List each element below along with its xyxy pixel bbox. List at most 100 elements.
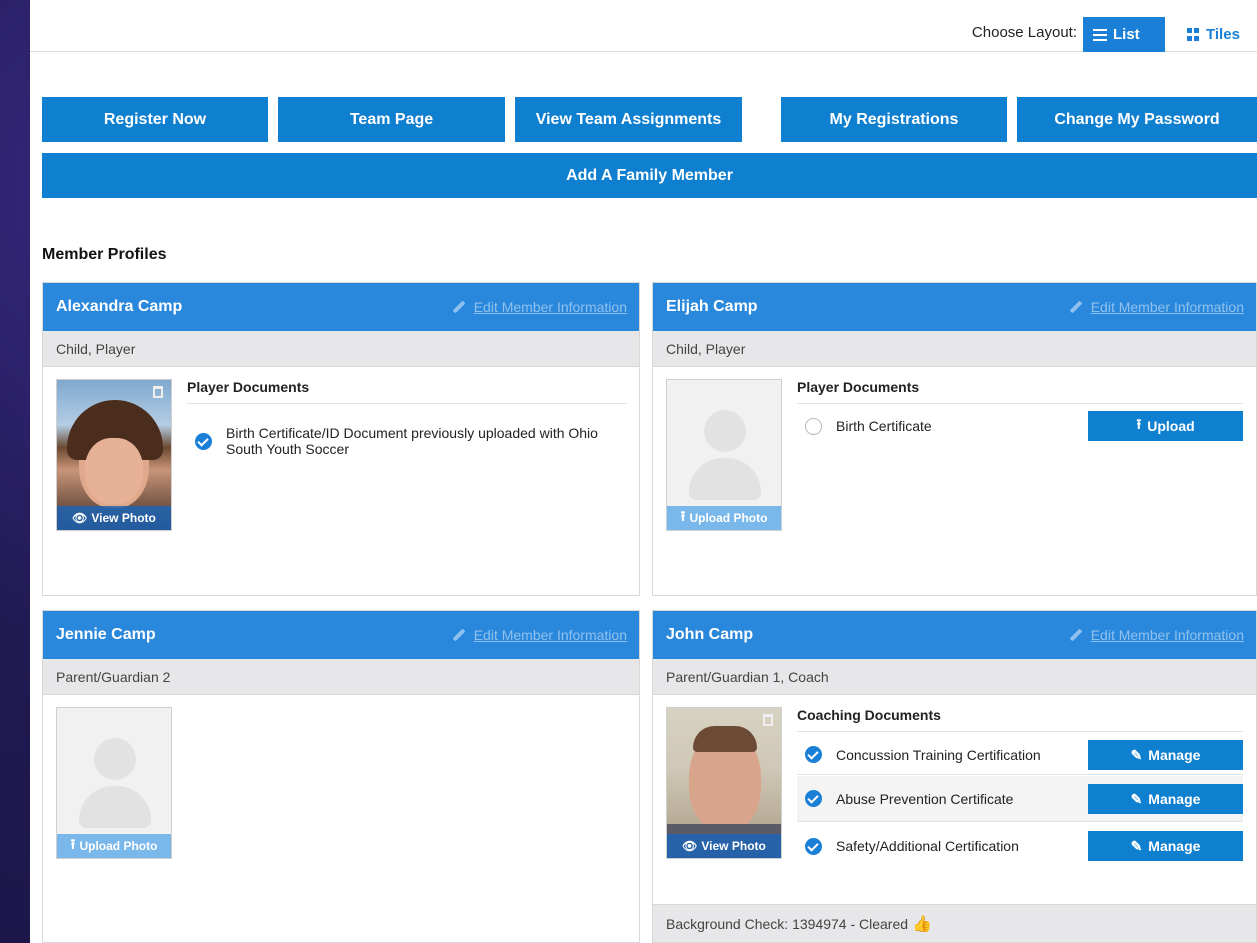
member-name: Jennie Camp (56, 626, 156, 643)
document-row: Concussion Training Certification ✎ Mana… (797, 735, 1243, 775)
member-role: Parent/Guardian 1, Coach (653, 659, 1256, 695)
view-photo-button[interactable]: 👁 View Photo (667, 834, 781, 858)
pencil-icon (1069, 628, 1083, 642)
check-circle-icon (805, 790, 822, 807)
member-name: Alexandra Camp (56, 298, 183, 315)
member-card-elijah: Elijah Camp Edit Member Information Chil… (652, 282, 1257, 596)
edit-member-label: Edit Member Information (1090, 627, 1244, 643)
edit-member-link[interactable]: Edit Member Information (1069, 627, 1244, 643)
pencil-icon (452, 628, 466, 642)
pencil-icon (1069, 300, 1083, 314)
tiles-layout-button[interactable]: Tiles (1177, 17, 1257, 52)
thumbs-up-icon: 👍 (912, 915, 932, 933)
upload-photo-button[interactable]: ⭱ Upload Photo (57, 834, 171, 858)
document-label: Concussion Training Certification (836, 746, 1041, 763)
card-header: Jennie Camp Edit Member Information (43, 611, 639, 659)
tiles-layout-label: Tiles (1206, 26, 1240, 43)
upload-icon: ⭱ (680, 508, 686, 524)
document-row: Birth Certificate ⭱ Upload (797, 411, 1243, 441)
document-label: Birth Certificate/ID Document previously… (226, 425, 598, 457)
team-page-button[interactable]: Team Page (278, 97, 505, 142)
document-row: Abuse Prevention Certificate ✎ Manage (797, 776, 1243, 822)
upload-button[interactable]: ⭱ Upload (1088, 411, 1243, 441)
manage-button-label: Manage (1148, 747, 1201, 763)
card-header: Alexandra Camp Edit Member Information (43, 283, 639, 331)
pencil-icon: ✎ (1130, 746, 1143, 763)
list-layout-button[interactable]: List (1083, 17, 1165, 52)
face-inner-shape (85, 438, 143, 504)
change-password-button[interactable]: Change My Password (1017, 97, 1257, 142)
edit-member-link[interactable]: Edit Member Information (452, 299, 627, 315)
section-title: Member Profiles (42, 246, 167, 263)
edit-member-link[interactable]: Edit Member Information (452, 627, 627, 643)
my-registrations-button[interactable]: My Registrations (781, 97, 1007, 142)
card-header: Elijah Camp Edit Member Information (653, 283, 1256, 331)
view-team-assignments-button[interactable]: View Team Assignments (515, 97, 742, 142)
background-check-text: Background Check: 1394974 - Cleared (666, 915, 909, 932)
documents-title: Player Documents (187, 379, 627, 404)
manage-button-label: Manage (1148, 838, 1201, 854)
register-now-button[interactable]: Register Now (42, 97, 268, 142)
layout-bar: Choose Layout: List Tiles (30, 14, 1257, 52)
manage-button-label: Manage (1148, 791, 1201, 807)
member-card-john: John Camp Edit Member Information Parent… (652, 610, 1257, 943)
eye-icon: 👁 (72, 511, 88, 525)
view-photo-label: View Photo (701, 839, 766, 853)
eye-icon: 👁 (682, 839, 698, 853)
upload-photo-label: Upload Photo (689, 511, 768, 525)
view-photo-label: View Photo (91, 511, 156, 525)
check-circle-icon (805, 837, 822, 855)
member-photo-placeholder: ⭱ Upload Photo (56, 707, 172, 859)
upload-icon: ⭱ (1136, 416, 1142, 432)
member-card-alexandra: Alexandra Camp Edit Member Information C… (42, 282, 640, 596)
member-card-jennie: Jennie Camp Edit Member Information Pare… (42, 610, 640, 943)
member-role: Child, Player (43, 331, 639, 367)
member-photo-placeholder: ⭱ Upload Photo (666, 379, 782, 531)
avatar-head-shape (94, 738, 136, 780)
manage-button[interactable]: ✎ Manage (1088, 784, 1243, 814)
documents-title: Coaching Documents (797, 707, 1243, 732)
member-name: Elijah Camp (666, 298, 758, 315)
trash-icon[interactable] (763, 714, 773, 726)
upload-photo-label: Upload Photo (79, 839, 158, 853)
pencil-icon: ✎ (1130, 790, 1143, 807)
list-icon (1093, 28, 1107, 41)
add-family-member-button[interactable]: Add A Family Member (42, 153, 1257, 198)
card-header: John Camp Edit Member Information (653, 611, 1256, 659)
documents-title: Player Documents (797, 379, 1243, 404)
member-photo[interactable]: 👁 View Photo (56, 379, 172, 531)
member-role: Child, Player (653, 331, 1256, 367)
member-name: John Camp (666, 626, 754, 643)
upload-photo-button[interactable]: ⭱ Upload Photo (667, 506, 781, 530)
avatar-body-shape (689, 458, 761, 500)
list-layout-label: List (1113, 26, 1140, 43)
edit-member-link[interactable]: Edit Member Information (1069, 299, 1244, 315)
document-row: Safety/Additional Certification ✎ Manage (797, 823, 1243, 869)
main-panel: Choose Layout: List Tiles Register Now T… (30, 0, 1257, 943)
avatar-body-shape (79, 786, 151, 828)
trash-icon[interactable] (153, 386, 163, 398)
pencil-icon: ✎ (1130, 837, 1143, 854)
upload-button-label: Upload (1147, 418, 1195, 434)
edit-member-label: Edit Member Information (473, 299, 627, 315)
member-photo[interactable]: 👁 View Photo (666, 707, 782, 859)
background-check-bar: Background Check: 1394974 - Cleared 👍 (653, 904, 1256, 942)
tiles-icon (1187, 28, 1200, 41)
document-label: Abuse Prevention Certificate (836, 790, 1014, 807)
document-row: Birth Certificate/ID Document previously… (187, 425, 627, 457)
edit-member-label: Edit Member Information (1090, 299, 1244, 315)
manage-button[interactable]: ✎ Manage (1088, 740, 1243, 770)
layout-label: Choose Layout: (971, 24, 1077, 41)
avatar-head-shape (704, 410, 746, 452)
check-circle-icon (805, 746, 822, 763)
document-label: Birth Certificate (836, 418, 932, 434)
member-role: Parent/Guardian 2 (43, 659, 639, 695)
edit-member-label: Edit Member Information (473, 627, 627, 643)
view-photo-button[interactable]: 👁 View Photo (57, 506, 171, 530)
pencil-icon (452, 300, 466, 314)
hair-shape (693, 726, 757, 752)
check-circle-icon (195, 432, 212, 450)
manage-button[interactable]: ✎ Manage (1088, 831, 1243, 861)
upload-icon: ⭱ (70, 836, 76, 852)
document-label: Safety/Additional Certification (836, 838, 1019, 854)
